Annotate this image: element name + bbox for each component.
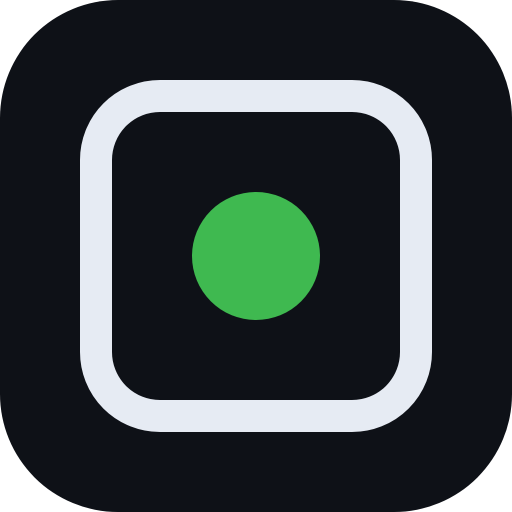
record-icon xyxy=(0,0,512,512)
app-icon xyxy=(0,0,512,512)
record-dot xyxy=(192,192,320,320)
